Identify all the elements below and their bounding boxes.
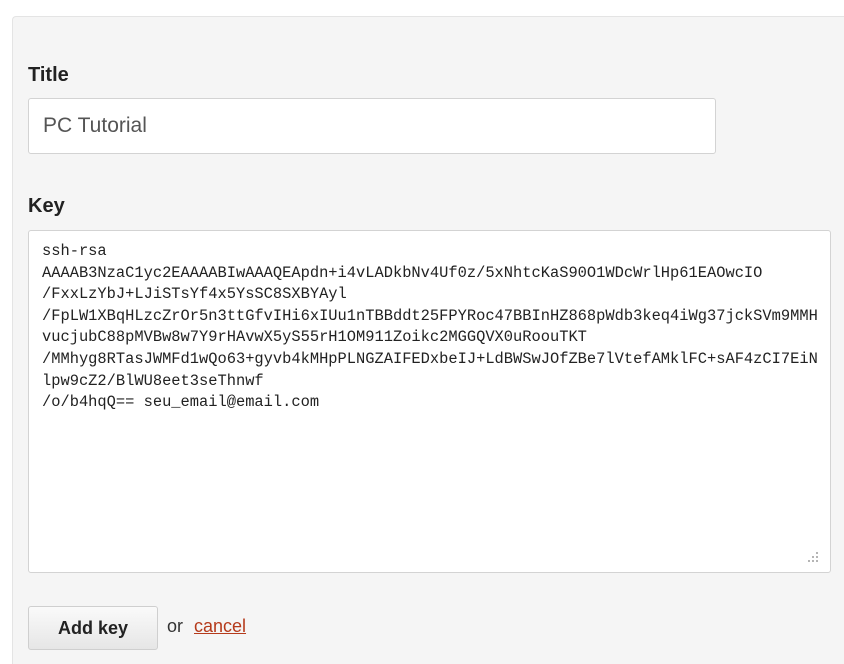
cancel-link[interactable]: cancel	[194, 616, 246, 637]
title-label: Title	[28, 64, 69, 86]
resize-grip-icon[interactable]	[806, 550, 820, 564]
add-key-button[interactable]: Add key	[28, 606, 158, 650]
key-label: Key	[28, 195, 65, 217]
or-text: or	[167, 616, 184, 636]
key-textarea[interactable]: ssh-rsa AAAAB3NzaC1yc2EAAAABIwAAAQEApdn+…	[28, 230, 831, 573]
title-input[interactable]	[28, 98, 716, 154]
